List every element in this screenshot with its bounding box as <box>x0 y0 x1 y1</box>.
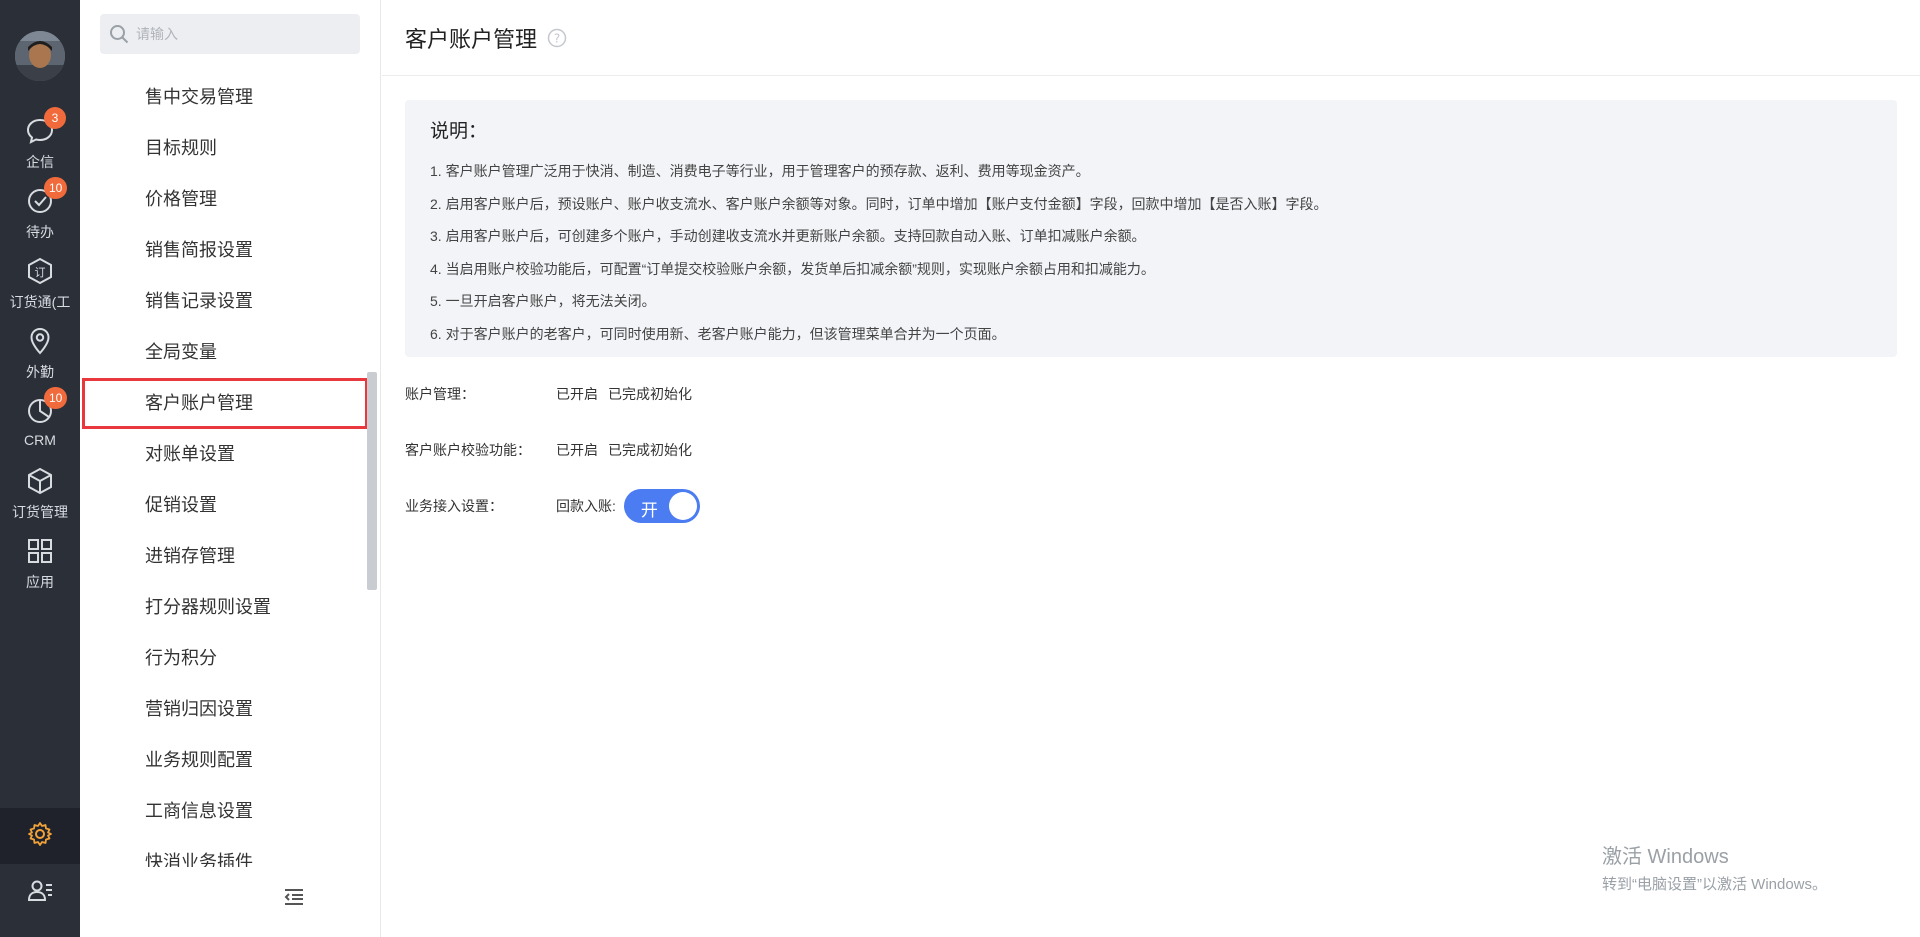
rail-item-qixin[interactable]: 3 企信 <box>0 107 80 177</box>
description-line: 6. 对于客户账户的老客户，可同时使用新、老客户账户能力，但该管理菜单合并为一个… <box>430 325 1006 342</box>
description-line: 5. 一旦开启客户账户，将无法关闭。 <box>430 293 656 309</box>
menu-item[interactable]: 目标规则 <box>80 123 380 174</box>
grid-apps-icon <box>24 535 56 567</box>
setting-label: 账户管理： <box>405 386 475 402</box>
main-content: 客户账户管理 ? 说明： 1. 客户账户管理广泛用于快消、制造、消费电子等行业，… <box>382 0 1920 937</box>
menu-item[interactable]: 业务规则配置 <box>80 735 380 786</box>
status-initialized: 已完成初始化 <box>608 386 692 402</box>
todo-badge: 10 <box>44 177 68 199</box>
menu-search <box>100 14 360 54</box>
check-circle-icon: 10 <box>24 177 68 217</box>
menu-item-active[interactable]: 客户账户管理 <box>82 378 368 429</box>
collapse-menu-icon <box>282 889 306 913</box>
toggle-knob <box>668 492 697 520</box>
svg-text:订: 订 <box>35 266 46 279</box>
rail-item-waiqin[interactable]: 外勤 <box>0 325 80 387</box>
user-profile-button[interactable] <box>0 864 80 920</box>
rail-item-label: 订货管理 <box>12 504 68 520</box>
menu-item[interactable]: 销售简报设置 <box>80 225 380 276</box>
rail-item-dinghuotong[interactable]: 订 订货通(工 <box>0 255 80 317</box>
status-initialized: 已完成初始化 <box>608 442 692 458</box>
menu-item[interactable]: 售中交易管理 <box>80 72 380 123</box>
watermark-subtitle: 转到“电脑设置”以激活 Windows。 <box>1602 876 1828 893</box>
user-list-icon <box>27 877 53 908</box>
payment-entry-toggle[interactable]: 开 <box>623 489 700 523</box>
location-pin-icon <box>24 325 56 357</box>
setting-label: 客户账户校验功能： <box>405 442 531 458</box>
rail-item-label: 订货通(工 <box>9 294 71 310</box>
menu-list: 售中交易管理 目标规则 价格管理 销售简报设置 销售记录设置 全局变量 客户账户… <box>80 72 380 867</box>
menu-item[interactable]: 打分器规则设置 <box>80 582 380 633</box>
description-line: 3. 启用客户账户后，可创建多个账户，手动创建收支流水并更新账户余额。支持回款自… <box>430 228 1146 244</box>
rail-item-label: 外勤 <box>26 364 54 380</box>
page-header: 客户账户管理 ? <box>382 0 1920 76</box>
rail-item-crm[interactable]: 10 CRM <box>0 387 80 457</box>
rail-item-label: CRM <box>24 432 56 448</box>
search-icon <box>108 23 130 45</box>
svg-text:?: ? <box>554 31 560 45</box>
description-line: 2. 启用客户账户后，预设账户、账户收支流水、客户账户余额等对象。同时，订单中增… <box>430 195 1328 212</box>
cube-icon <box>24 465 56 497</box>
pie-chart-icon: 10 <box>24 387 68 427</box>
menu-item[interactable]: 快消业务插件 <box>80 837 380 867</box>
chat-bubble-icon: 3 <box>24 107 66 147</box>
menu-item[interactable]: 销售记录设置 <box>80 276 380 327</box>
rail-item-dinghuo-guanli[interactable]: 订货管理 <box>0 465 80 527</box>
account-management-row: 账户管理： 已开启 已完成初始化 <box>405 374 702 414</box>
rail-item-label: 待办 <box>26 224 54 240</box>
watermark-title: 激活 Windows <box>1602 846 1729 868</box>
menu-item[interactable]: 对账单设置 <box>80 429 380 480</box>
avatar[interactable] <box>15 31 65 81</box>
rail-item-label: 企信 <box>26 154 54 170</box>
menu-item[interactable]: 促销设置 <box>80 480 380 531</box>
menu-item[interactable]: 进销存管理 <box>80 531 380 582</box>
payment-entry-label: 回款入账: <box>556 498 616 514</box>
status-enabled: 已开启 <box>556 386 598 402</box>
description-line: 4. 当启用账户校验功能后，可配置“订单提交校验账户余额，发货单后扣减余额”规则… <box>430 260 1155 277</box>
help-circle-icon[interactable]: ? <box>547 28 567 48</box>
settings-submenu: 售中交易管理 目标规则 价格管理 销售简报设置 销售记录设置 全局变量 客户账户… <box>80 0 381 937</box>
windows-activation-watermark: 激活 Windows 转到“电脑设置”以激活 Windows。 <box>1602 840 1827 894</box>
package-box-icon: 订 <box>24 255 56 287</box>
rail-item-apps[interactable]: 应用 <box>0 535 80 597</box>
business-access-row: 业务接入设置： 回款入账: 开 <box>405 486 700 526</box>
description-panel: 说明： 1. 客户账户管理广泛用于快消、制造、消费电子等行业，用于管理客户的预存… <box>405 100 1897 357</box>
toggle-text: 开 <box>640 501 658 520</box>
search-input[interactable] <box>136 26 346 42</box>
menu-item[interactable]: 价格管理 <box>80 174 380 225</box>
menu-item[interactable]: 全局变量 <box>80 327 380 378</box>
collapse-menu-button[interactable] <box>282 885 306 909</box>
crm-badge: 10 <box>44 387 68 409</box>
description-line: 1. 客户账户管理广泛用于快消、制造、消费电子等行业，用于管理客户的预存款、返利… <box>430 163 1090 179</box>
left-rail: 3 企信 10 待办 订 订货通(工 外勤 10 CRM 订货管理 应用 <box>0 0 80 937</box>
page-title: 客户账户管理 <box>405 26 538 52</box>
unread-badge: 3 <box>44 107 66 129</box>
menu-item[interactable]: 工商信息设置 <box>80 786 380 837</box>
settings-button[interactable] <box>0 808 80 864</box>
status-enabled: 已开启 <box>556 442 598 458</box>
account-verify-row: 客户账户校验功能： 已开启 已完成初始化 <box>405 430 702 470</box>
description-title: 说明： <box>430 121 488 142</box>
rail-item-todo[interactable]: 10 待办 <box>0 177 80 247</box>
setting-label: 业务接入设置： <box>405 498 503 514</box>
menu-item[interactable]: 行为积分 <box>80 633 380 684</box>
rail-item-label: 应用 <box>26 574 54 590</box>
gear-icon <box>27 821 53 852</box>
app-root: 3 企信 10 待办 订 订货通(工 外勤 10 CRM 订货管理 应用 请输入… <box>0 0 1920 937</box>
menu-scrollbar[interactable] <box>367 372 377 590</box>
menu-item[interactable]: 营销归因设置 <box>80 684 380 735</box>
